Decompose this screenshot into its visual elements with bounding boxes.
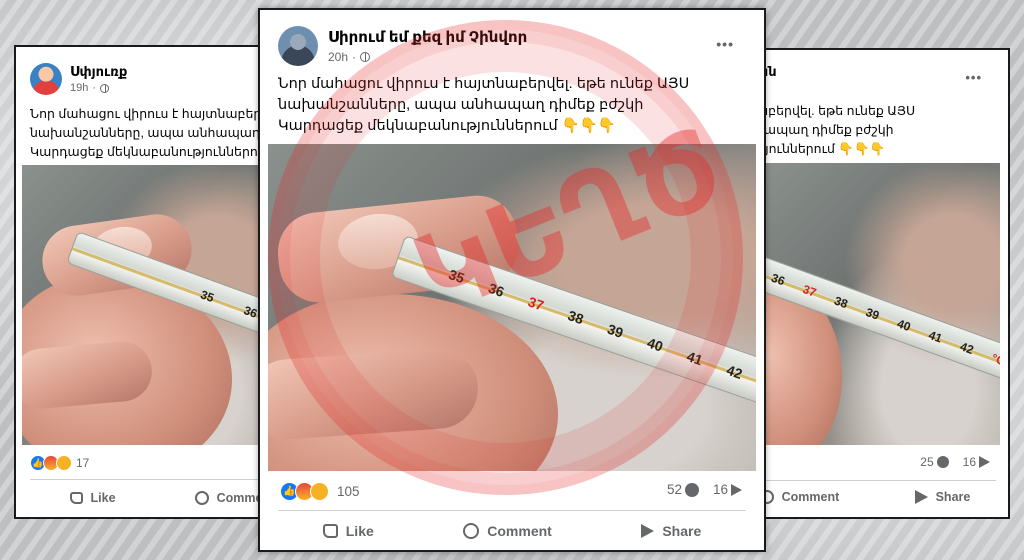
share-button[interactable]: Share xyxy=(641,523,701,539)
share-count[interactable]: 16 xyxy=(713,482,742,497)
thumbs-up-icon xyxy=(322,524,338,538)
post-card-right: ան ••• աբերվել. եթե ունեք ԱՅՍ հապաղ դիմե… xyxy=(760,48,1010,519)
divider xyxy=(278,510,746,511)
post-text: աբերվել. եթե ունեք ԱՅՍ հապաղ դիմեք բժշկի… xyxy=(760,104,916,156)
share-icon xyxy=(914,490,928,504)
share-icon xyxy=(641,524,655,538)
post-photo[interactable]: 36 37 38 39 40 41 42 °C xyxy=(762,163,1000,445)
thumbs-up-icon xyxy=(69,492,83,504)
post-text: Նոր մահացու վիրուս է հայտնաբերվել. եթե ո… xyxy=(278,76,690,134)
share-arrow-icon xyxy=(731,483,742,496)
divider xyxy=(30,479,262,480)
engagement-counts: 25 16 xyxy=(920,455,990,469)
avatar[interactable] xyxy=(30,63,62,95)
post-actions: Comment Share xyxy=(762,486,1008,508)
comment-icon xyxy=(194,491,209,505)
comment-button[interactable]: Comment xyxy=(463,523,552,539)
post-header: Սփյուռք 19h · xyxy=(30,63,127,95)
more-options-icon[interactable]: ••• xyxy=(716,36,734,52)
post-card-main: Սիրում եմ քեզ իմ Չինվոր 20h · ••• Նոր մա… xyxy=(258,8,766,552)
comment-icon xyxy=(463,523,480,539)
like-button[interactable]: Like xyxy=(322,523,374,539)
like-button[interactable]: Like xyxy=(69,491,116,505)
post-photo[interactable]: 35 36 37 38 39 40 41 42 °C xyxy=(268,144,756,471)
share-count[interactable]: 16 xyxy=(963,455,990,469)
share-button[interactable]: Share xyxy=(914,490,970,504)
post-time[interactable]: 20h xyxy=(328,50,348,64)
divider xyxy=(762,480,996,481)
post-actions: Like Comme xyxy=(30,487,262,509)
post-time[interactable]: 19h xyxy=(70,82,88,94)
reaction-count: 105 xyxy=(337,484,360,499)
share-arrow-icon xyxy=(979,456,990,468)
comment-bubble-icon xyxy=(684,482,699,497)
comment-count[interactable]: 52 xyxy=(667,482,699,497)
reactions-summary[interactable]: 👍 17 xyxy=(30,455,89,471)
globe-icon xyxy=(100,83,110,93)
post-actions: Like Comment Share xyxy=(278,518,746,544)
author-name[interactable]: Սիրում եմ քեզ իմ Չինվոր xyxy=(328,28,527,46)
post-text: Նոր մահացու վիրուս է հայտնաբերվել. Ե նախ… xyxy=(30,107,264,159)
comment-button[interactable]: Comme xyxy=(194,491,262,505)
post-header: Սիրում եմ քեզ իմ Չինվոր 20h · xyxy=(278,26,527,66)
sad-reaction-icon xyxy=(56,455,72,471)
author-name[interactable]: Սփյուռք xyxy=(70,64,127,80)
avatar[interactable] xyxy=(278,26,318,66)
post-photo[interactable]: 35 36 37 xyxy=(22,165,262,445)
more-options-icon[interactable]: ••• xyxy=(965,70,982,85)
post-card-left: Սփյուռք 19h · Նոր մահացու վիրուս է հայտն… xyxy=(14,45,264,519)
engagement-counts: 52 16 xyxy=(667,482,742,497)
reaction-count: 17 xyxy=(76,456,90,470)
wow-reaction-icon xyxy=(310,482,329,501)
reactions-summary[interactable]: 👍 105 xyxy=(280,482,360,501)
comment-bubble-icon xyxy=(936,456,949,468)
globe-icon xyxy=(360,52,371,62)
comment-count[interactable]: 25 xyxy=(920,455,949,469)
comment-button[interactable]: Comment xyxy=(762,490,839,504)
